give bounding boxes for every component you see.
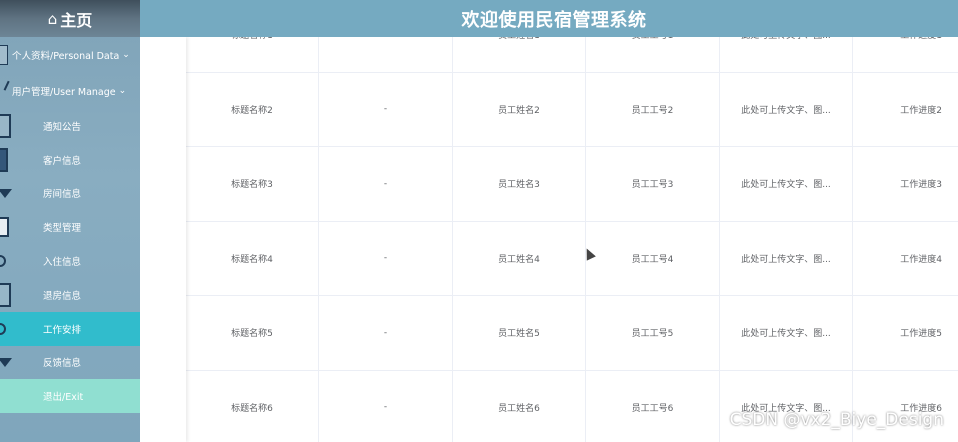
home-label: 主页 <box>60 10 93 30</box>
progress-cell: 工作进度3 <box>900 180 942 191</box>
sidebar-item-schedule[interactable]: 工作安排 <box>0 311 140 346</box>
user-icon <box>0 45 8 65</box>
frame-icon <box>0 113 11 138</box>
sidebar-item-customer[interactable]: 客户信息 <box>0 143 140 177</box>
sidebar-item-feedback[interactable]: 反馈信息 <box>0 346 140 380</box>
page-icon <box>0 282 11 307</box>
sidebar-item-checkin[interactable]: 入住信息 <box>0 244 140 278</box>
table-row: 标题名称1 - 员工姓名1 员工工号1 此处可上传文字、图... 工作进度1 <box>140 37 958 73</box>
data-table: 标题名称1 - 员工姓名1 员工工号1 此处可上传文字、图... 工作进度1 标… <box>140 37 958 442</box>
title-cell: 标题名称5 <box>186 296 319 370</box>
funnel-icon <box>0 357 12 367</box>
top-header: 欢迎使用民宿管理系统 <box>140 0 958 37</box>
progress-cell: 工作进度1 <box>853 37 958 72</box>
title-cell: 标题名称2 <box>186 72 319 146</box>
book-icon <box>0 147 8 172</box>
menu-user-manage-label: 用户管理/User Manage <box>12 87 116 98</box>
sidebar-item-label: 反馈信息 <box>43 358 82 370</box>
edit-icon <box>0 77 10 91</box>
content-cell: 此处可上传文字、图... <box>720 37 853 72</box>
content-cell: 此处可上传文字、图... <box>720 370 853 442</box>
progress-cell: 工作进度6 <box>900 403 942 414</box>
table-row: 标题名称3 - 员工姓名3 员工工号3 此处可上传文字、图... 工作进度3 <box>140 147 958 222</box>
main-content: 标题名称1 - 员工姓名1 员工工号1 此处可上传文字、图... 工作进度1 标… <box>140 37 958 442</box>
employee-name-cell: 员工姓名6 <box>453 370 586 442</box>
sidebar: ⌂ 主页 个人资料/Personal Data ⌄ 用户管理/User Mana… <box>0 0 140 442</box>
empty-cell: - <box>319 37 453 72</box>
employee-id-cell: 员工工号4 <box>586 221 720 295</box>
menu-user-manage[interactable]: 用户管理/User Manage ⌄ <box>0 73 140 109</box>
employee-id-cell: 员工工号3 <box>586 147 720 221</box>
employee-name-cell: 员工姓名2 <box>453 72 586 146</box>
employee-name-cell: 员工姓名4 <box>453 221 586 295</box>
employee-id-cell: 员工工号5 <box>586 296 720 370</box>
circle-icon <box>0 255 6 268</box>
employee-id-cell: 员工工号2 <box>586 72 720 146</box>
title-cell: 标题名称1 <box>186 37 319 72</box>
empty-cell: - <box>319 221 453 295</box>
progress-cell: 工作进度2 <box>900 105 942 116</box>
empty-cell: - <box>319 296 453 370</box>
empty-cell: - <box>319 370 453 442</box>
home-link[interactable]: ⌂ 主页 <box>0 0 140 37</box>
sidebar-item-label: 入住信息 <box>43 257 82 269</box>
chevron-down-icon: ⌄ <box>118 86 127 96</box>
sidebar-item-notice[interactable]: 通知公告 <box>0 109 140 143</box>
menu-personal-data[interactable]: 个人资料/Personal Data ⌄ <box>0 37 140 73</box>
employee-name-cell: 员工姓名5 <box>453 296 586 370</box>
frame-icon <box>0 217 9 238</box>
watermark: CSDN @vx2_Biye_Design <box>729 410 944 430</box>
employee-id-cell: 员工工号6 <box>586 370 720 442</box>
sidebar-item-label: 退房信息 <box>43 290 82 302</box>
empty-cell: - <box>319 72 453 146</box>
content-cell: 此处可上传文字、图... <box>720 147 853 221</box>
sidebar-item-label: 客户信息 <box>43 155 82 167</box>
employee-name-cell: 员工姓名1 <box>453 37 586 72</box>
sidebar-item-label: 类型管理 <box>43 223 82 235</box>
empty-cell: - <box>319 147 453 221</box>
table-gutter <box>140 37 186 442</box>
title-cell: 标题名称6 <box>186 370 319 442</box>
chevron-down-icon: ⌄ <box>122 50 130 60</box>
sidebar-item-exit[interactable]: 退出/Exit <box>0 379 140 414</box>
sidebar-item-checkout[interactable]: 退房信息 <box>0 278 140 312</box>
table-row: 标题名称4 - 员工姓名4 员工工号4 此处可上传文字、图... 工作进度4 <box>140 221 958 296</box>
employee-id-cell: 员工工号1 <box>586 37 720 72</box>
title-cell: 标题名称4 <box>186 221 319 295</box>
title-cell: 标题名称3 <box>186 147 319 221</box>
progress-cell: 工作进度4 <box>900 254 942 265</box>
sidebar-item-label: 通知公告 <box>43 121 82 133</box>
table-row: 标题名称5 - 员工姓名5 员工工号5 此处可上传文字、图... 工作进度5 <box>140 296 958 371</box>
table-row: 标题名称2 - 员工姓名2 员工工号2 此处可上传文字、图... 工作进度2 <box>140 72 958 147</box>
menu-personal-data-label: 个人资料/Personal Data <box>12 51 120 62</box>
page-title: 欢迎使用民宿管理系统 <box>461 9 647 31</box>
home-icon: ⌂ <box>47 9 58 28</box>
content-cell: 此处可上传文字、图... <box>720 221 853 295</box>
content-cell: 此处可上传文字、图... <box>720 296 853 370</box>
table-row: 标题名称6 - 员工姓名6 员工工号6 此处可上传文字、图... 工作进度6 <box>140 370 958 442</box>
sidebar-item-label: 退出/Exit <box>43 392 84 404</box>
sidebar-item-label: 房间信息 <box>43 189 82 201</box>
funnel-icon <box>0 188 12 198</box>
circle-icon <box>0 322 6 335</box>
progress-cell: 工作进度5 <box>900 329 942 340</box>
employee-name-cell: 员工姓名3 <box>453 147 586 221</box>
content-cell: 此处可上传文字、图... <box>720 72 853 146</box>
sidebar-item-type[interactable]: 类型管理 <box>0 210 140 244</box>
sidebar-item-room[interactable]: 房间信息 <box>0 177 140 211</box>
sidebar-item-label: 工作安排 <box>43 324 82 336</box>
